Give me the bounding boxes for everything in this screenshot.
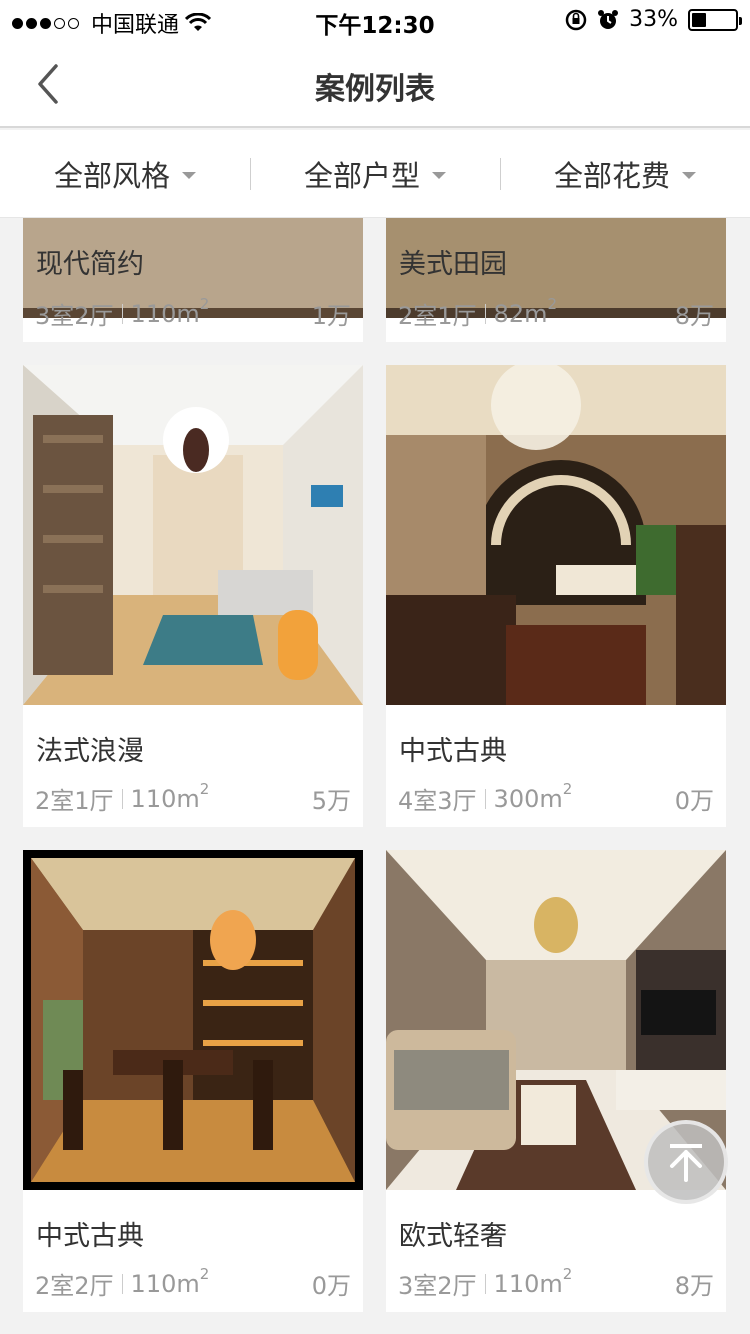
case-title: 欧式轻奢	[399, 1221, 507, 1252]
case-image	[23, 365, 363, 705]
case-list[interactable]: 现代简约 3室2厅 110m2 1万 美式田园 2室1厅 82m2 8万 法式浪…	[0, 218, 750, 1334]
case-area: 110m2	[130, 295, 210, 328]
battery-percent: 33%	[629, 7, 678, 32]
case-title: 中式古典	[36, 1221, 144, 1252]
case-title: 中式古典	[399, 736, 507, 767]
case-card[interactable]: 中式古典 2室2厅 110m2 0万	[23, 850, 363, 1312]
case-rooms: 3室2厅	[35, 302, 114, 330]
case-price: 8万	[674, 1272, 714, 1300]
case-price: 0万	[311, 1272, 351, 1300]
case-card[interactable]: 中式古典 4室3厅 300m2 0万	[386, 365, 726, 827]
case-meta: 2室1厅 82m2 8万	[398, 295, 714, 331]
case-rooms: 2室1厅	[35, 787, 114, 815]
case-card[interactable]: 欧式轻奢 3室2厅 110m2 8万	[386, 850, 726, 1312]
case-area: 110m2	[130, 780, 210, 813]
case-price: 5万	[311, 787, 351, 815]
case-rooms: 2室1厅	[398, 302, 477, 330]
alarm-icon	[598, 9, 619, 29]
case-meta: 3室2厅 110m2 8万	[398, 1265, 714, 1301]
case-image	[386, 365, 726, 705]
case-price: 8万	[674, 302, 714, 330]
case-title: 法式浪漫	[36, 736, 144, 767]
case-title: 现代简约	[36, 249, 144, 280]
status-right: 33%	[565, 7, 742, 32]
case-card[interactable]: 美式田园 2室1厅 82m2 8万	[386, 218, 726, 342]
filter-layout[interactable]: 全部户型	[250, 130, 500, 217]
scroll-to-top-button[interactable]	[644, 1120, 728, 1204]
case-area: 300m2	[493, 780, 573, 813]
status-bar: 中国联通 下午12:30 33%	[0, 0, 750, 40]
case-area: 110m2	[130, 1265, 210, 1298]
filter-bar: 全部风格 全部户型 全部花费	[0, 130, 750, 218]
case-rooms: 2室2厅	[35, 1272, 114, 1300]
case-meta: 4室3厅 300m2 0万	[398, 780, 714, 816]
case-rooms: 3室2厅	[398, 1272, 477, 1300]
caret-down-icon	[182, 172, 196, 179]
case-area: 82m2	[493, 295, 558, 328]
case-title: 美式田园	[399, 249, 507, 280]
filter-style[interactable]: 全部风格	[0, 130, 250, 217]
caret-down-icon	[432, 172, 446, 179]
filter-layout-label: 全部户型	[303, 158, 420, 193]
case-meta: 2室2厅 110m2 0万	[35, 1265, 351, 1301]
filter-cost[interactable]: 全部花费	[500, 130, 750, 217]
rotation-lock-icon	[565, 9, 587, 30]
page-title: 案例列表	[315, 72, 435, 107]
arrow-up-to-top-icon	[670, 1144, 702, 1182]
caret-down-icon	[682, 172, 696, 179]
case-meta: 3室2厅 110m2 1万	[35, 295, 351, 331]
case-card[interactable]: 法式浪漫 2室1厅 110m2 5万	[23, 365, 363, 827]
case-price: 0万	[674, 787, 714, 815]
case-meta: 2室1厅 110m2 5万	[35, 780, 351, 816]
filter-style-label: 全部风格	[53, 158, 170, 193]
nav-bar: 案例列表	[0, 40, 750, 128]
case-card[interactable]: 现代简约 3室2厅 110m2 1万	[23, 218, 363, 342]
case-image	[23, 850, 363, 1190]
case-area: 110m2	[493, 1265, 573, 1298]
case-price: 1万	[311, 302, 351, 330]
filter-cost-label: 全部花费	[553, 158, 670, 193]
case-rooms: 4室3厅	[398, 787, 477, 815]
battery-icon	[688, 8, 742, 31]
